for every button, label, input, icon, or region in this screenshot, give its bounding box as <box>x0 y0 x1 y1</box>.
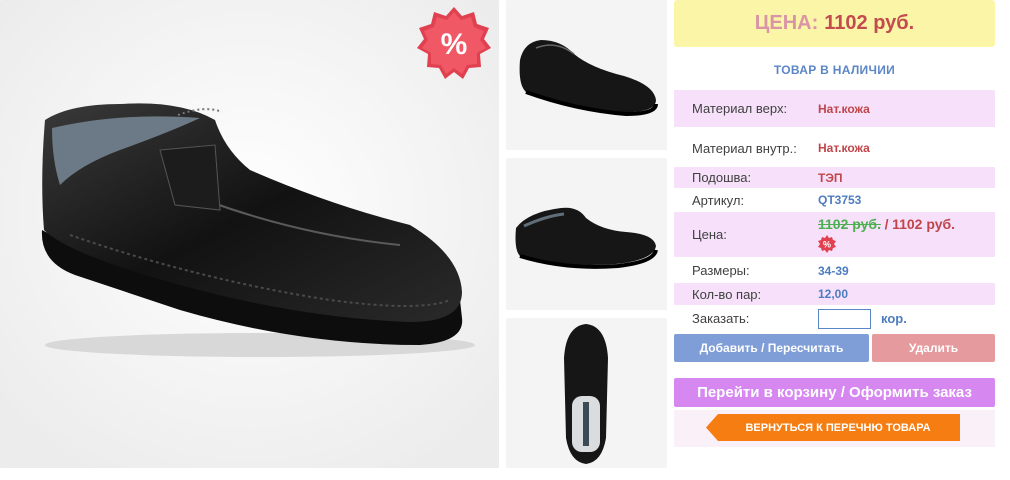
spec-row-material-inner: Материал внутр.: Нат.кожа <box>674 130 995 166</box>
spec-label: Материал внутр.: <box>692 140 797 156</box>
thumbnail-1[interactable] <box>506 0 667 150</box>
spec-value: 12,00 <box>818 287 849 301</box>
old-price: 1102 руб. <box>818 216 881 232</box>
add-recalculate-button[interactable]: Добавить / Пересчитать <box>674 334 869 362</box>
back-button-container: ВЕРНУТЬСЯ К ПЕРЕЧНЮ ТОВАРА <box>674 410 995 447</box>
discount-badge-icon: % <box>818 235 836 253</box>
price-value: 1102 руб. <box>824 12 915 34</box>
order-unit: кор. <box>881 311 907 326</box>
spec-value: Нат.кожа <box>818 101 870 116</box>
sale-badge-icon: % <box>417 7 491 79</box>
order-quantity-input[interactable] <box>818 308 871 329</box>
spec-label: Подошва: <box>692 170 752 185</box>
sale-badge-text: % <box>441 28 468 61</box>
spec-label: Размеры: <box>692 263 750 278</box>
spec-label: Кол-во пар: <box>692 286 762 302</box>
thumbnail-3[interactable] <box>506 318 667 468</box>
spec-row-price: Цена: 1102 руб. / 1102 руб. % <box>674 212 995 257</box>
spec-row-pairs: Кол-во пар: 12,00 <box>674 283 995 305</box>
spec-row-order: Заказать: кор. <box>674 306 995 331</box>
price-label: ЦЕНА: <box>754 12 819 34</box>
spec-value: QT3753 <box>818 193 862 207</box>
spec-label: Цена: <box>692 227 727 242</box>
spec-row-sizes: Размеры: 34-39 <box>674 259 995 282</box>
spec-label: Артикул: <box>692 192 745 208</box>
go-to-cart-button[interactable]: Перейти в корзину / Оформить заказ <box>674 378 995 407</box>
spec-value: 34-39 <box>818 263 849 278</box>
back-to-list-button[interactable]: ВЕРНУТЬСЯ К ПЕРЕЧНЮ ТОВАРА <box>706 414 960 441</box>
discount-badge-text: % <box>823 240 831 250</box>
spec-label: Материал верх: <box>692 101 788 116</box>
spec-value: ТЭП <box>818 170 843 185</box>
price-separator: / <box>884 216 889 232</box>
spec-label: Заказать: <box>692 311 750 326</box>
spec-row-article: Артикул: QT3753 <box>674 189 995 211</box>
price-detail: 1102 руб. / 1102 руб. % <box>818 216 955 253</box>
thumbnail-2[interactable] <box>506 158 667 310</box>
stock-status: ТОВАР В НАЛИЧИИ <box>773 63 896 77</box>
delete-button[interactable]: Удалить <box>872 334 995 362</box>
spec-row-sole: Подошва: ТЭП <box>674 167 995 188</box>
new-price: 1102 руб. <box>892 216 956 232</box>
spec-value: Нат.кожа <box>818 141 870 155</box>
price-box: ЦЕНА: 1102 руб. <box>674 0 995 47</box>
spec-row-material-top: Материал верх: Нат.кожа <box>674 90 995 127</box>
